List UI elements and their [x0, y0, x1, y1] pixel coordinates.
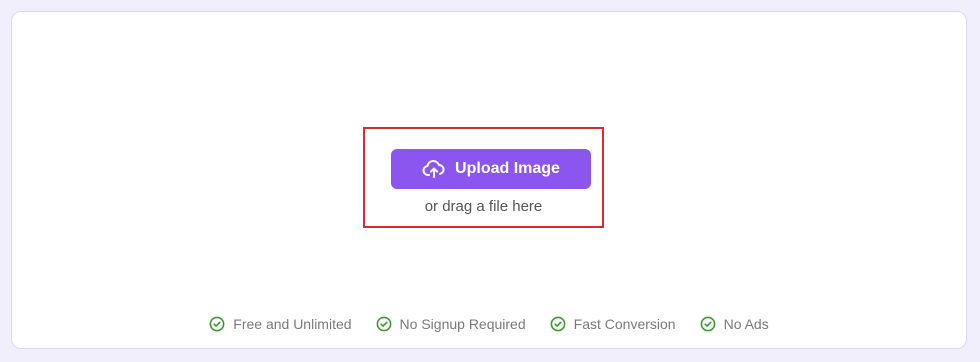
check-circle-icon — [550, 316, 566, 332]
upload-card: Upload Image or drag a file here Free an… — [11, 11, 967, 349]
feature-item: Fast Conversion — [550, 316, 676, 332]
cloud-upload-icon — [422, 157, 446, 181]
check-circle-icon — [209, 316, 225, 332]
drag-hint-text: or drag a file here — [424, 198, 543, 215]
feature-item: No Signup Required — [376, 316, 526, 332]
feature-item: No Ads — [700, 316, 769, 332]
upload-image-button[interactable]: Upload Image — [391, 149, 591, 189]
feature-label: No Ads — [723, 316, 769, 332]
upload-button-label: Upload Image — [455, 160, 560, 177]
upload-dropzone[interactable]: Upload Image or drag a file here — [363, 127, 604, 228]
feature-label: No Signup Required — [399, 316, 526, 332]
feature-item: Free and Unlimited — [209, 316, 352, 332]
feature-label: Free and Unlimited — [233, 316, 352, 332]
feature-label: Fast Conversion — [573, 316, 676, 332]
feature-list: Free and Unlimited No Signup Required Fa… — [12, 316, 966, 332]
check-circle-icon — [376, 316, 392, 332]
check-circle-icon — [700, 316, 716, 332]
